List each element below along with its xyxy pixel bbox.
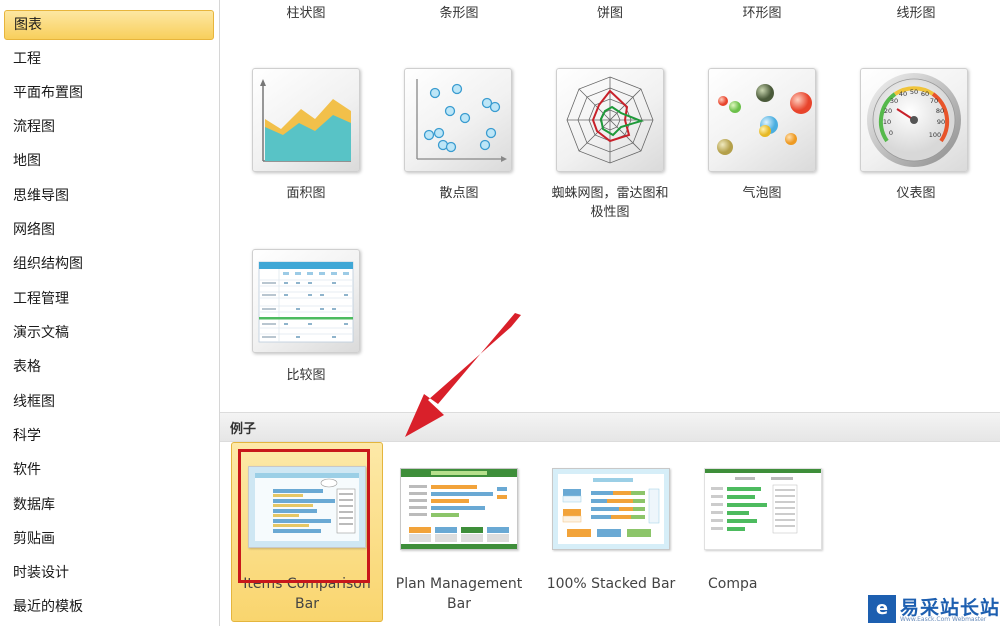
example-thumb-items-comparison-bar[interactable] xyxy=(248,466,366,548)
template-gallery: 柱状图 条形图 饼图 环形图 线形图 面积图 散点图 蜘蛛网图，雷达图和 极性图… xyxy=(220,0,1000,626)
sidebar-item-table[interactable]: 表格 xyxy=(4,352,214,382)
template-label-radar[interactable]: 蜘蛛网图，雷达图和 极性图 xyxy=(535,184,685,222)
gauge-tick-30: 30 xyxy=(890,97,898,105)
bubble-chart-template[interactable] xyxy=(708,68,816,172)
watermark-logo-icon: e xyxy=(868,595,896,623)
template-label-radar-line1: 蜘蛛网图，雷达图和 xyxy=(551,186,669,201)
template-label-bubble[interactable]: 气泡图 xyxy=(706,184,818,203)
gauge-tick-10: 10 xyxy=(883,118,891,126)
radar-chart-icon xyxy=(566,76,654,164)
gauge-chart-icon: 0 10 20 30 40 50 60 70 80 90 100 xyxy=(867,73,961,167)
radar-chart-template[interactable] xyxy=(556,68,664,172)
template-label-line[interactable]: 线形图 xyxy=(860,4,972,23)
items-comparison-bar-preview xyxy=(249,467,365,547)
example-label-plan-management-line2: Bar xyxy=(447,596,471,612)
gauge-tick-70: 70 xyxy=(930,97,938,105)
template-label-area[interactable]: 面积图 xyxy=(250,184,362,203)
example-thumb-100-stacked-bar[interactable] xyxy=(552,468,670,550)
template-label-scatter[interactable]: 散点图 xyxy=(403,184,515,203)
example-label-100-stacked-bar[interactable]: 100% Stacked Bar xyxy=(536,574,686,594)
example-label-items-comparison-line2: Bar xyxy=(295,596,319,612)
sidebar-item-database[interactable]: 数据库 xyxy=(4,490,214,520)
area-chart-template[interactable] xyxy=(252,68,360,172)
gauge-tick-0: 0 xyxy=(889,129,893,137)
sidebar-item-floor-plan[interactable]: 平面布置图 xyxy=(4,78,214,108)
sidebar-item-recent-templates[interactable]: 最近的模板 xyxy=(4,592,214,622)
gauge-tick-40: 40 xyxy=(899,90,907,98)
gauge-tick-50: 50 xyxy=(910,88,918,96)
watermark-subtitle: Www.Easck.Com Webmaster xyxy=(900,616,987,623)
sidebar-item-flowchart[interactable]: 流程图 xyxy=(4,112,214,142)
gauge-tick-100: 100 xyxy=(929,131,941,139)
sidebar-item-mind-map[interactable]: 思维导图 xyxy=(4,181,214,211)
gauge-tick-80: 80 xyxy=(936,107,944,115)
gauge-tick-90: 90 xyxy=(937,118,945,126)
examples-section-header: 例子 xyxy=(220,412,1000,442)
sidebar-item-project-management[interactable]: 工程管理 xyxy=(4,284,214,314)
sidebar-item-wireframe[interactable]: 线框图 xyxy=(4,387,214,417)
template-label-gauge[interactable]: 仪表图 xyxy=(860,184,972,203)
gauge-chart-template[interactable]: 0 10 20 30 40 50 60 70 80 90 100 xyxy=(860,68,968,172)
gauge-tick-20: 20 xyxy=(884,107,892,115)
template-label-donut[interactable]: 环形图 xyxy=(706,4,818,23)
bubble-chart-icon xyxy=(717,84,812,155)
comparison-chart-template[interactable] xyxy=(252,249,360,353)
scatter-chart-template[interactable] xyxy=(404,68,512,172)
example-label-plan-management-bar[interactable]: Plan Management Bar xyxy=(384,574,534,614)
example-label-comparison-line1: Compa xyxy=(708,576,758,592)
gauge-tick-60: 60 xyxy=(921,90,929,98)
example-label-plan-management-line1: Plan Management xyxy=(395,576,523,592)
sidebar-item-network[interactable]: 网络图 xyxy=(4,215,214,245)
area-chart-icon xyxy=(260,79,351,162)
sidebar-item-fashion-design[interactable]: 时装设计 xyxy=(4,558,214,588)
sidebar-item-charts[interactable]: 图表 xyxy=(4,10,214,40)
template-label-radar-line2: 极性图 xyxy=(590,205,630,220)
template-label-pie[interactable]: 饼图 xyxy=(554,4,666,23)
sidebar-item-software[interactable]: 软件 xyxy=(4,455,214,485)
sidebar-item-engineering[interactable]: 工程 xyxy=(4,44,214,74)
example-label-stacked-line1: 100% Stacked Bar xyxy=(546,576,676,592)
example-label-comparison[interactable]: Compa xyxy=(708,574,760,594)
plan-management-bar-preview xyxy=(401,469,517,549)
comparison-table-icon xyxy=(258,261,354,343)
comparison-bar-preview xyxy=(705,469,821,549)
stacked-bar-preview xyxy=(553,469,669,549)
sidebar-item-presentation[interactable]: 演示文稿 xyxy=(4,318,214,348)
template-label-column[interactable]: 柱状图 xyxy=(250,4,362,23)
example-label-items-comparison-bar[interactable]: Items Comparison Bar xyxy=(232,574,382,614)
sidebar-item-clipart[interactable]: 剪贴画 xyxy=(4,524,214,554)
example-label-items-comparison-line1: Items Comparison xyxy=(243,576,371,592)
template-label-bar[interactable]: 条形图 xyxy=(403,4,515,23)
site-watermark: e 易采站长站 Www.Easck.Com Webmaster xyxy=(866,592,1000,626)
template-label-comparison[interactable]: 比较图 xyxy=(250,366,362,385)
sidebar-item-map[interactable]: 地图 xyxy=(4,146,214,176)
sidebar-item-org-chart[interactable]: 组织结构图 xyxy=(4,249,214,279)
examples-header-title: 例子 xyxy=(230,422,257,437)
template-category-sidebar: 图表 工程 平面布置图 流程图 地图 思维导图 网络图 组织结构图 工程管理 演… xyxy=(0,0,220,626)
scatter-chart-icon xyxy=(416,79,507,162)
example-thumb-comparison[interactable] xyxy=(704,468,822,550)
example-thumb-plan-management-bar[interactable] xyxy=(400,468,518,550)
sidebar-item-science[interactable]: 科学 xyxy=(4,421,214,451)
